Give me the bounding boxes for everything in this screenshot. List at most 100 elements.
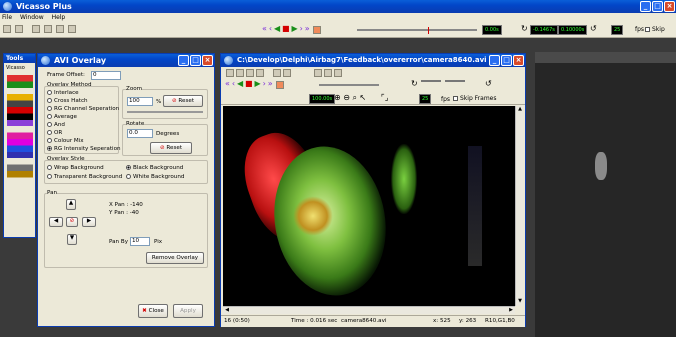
- grab-icon[interactable]: [226, 69, 234, 77]
- save-frame-icon[interactable]: [272, 69, 281, 77]
- menu-help[interactable]: Help: [52, 14, 66, 21]
- method-or[interactable]: OR: [47, 130, 62, 136]
- zoom-tools[interactable]: ⊕ ⊖ ⌕ ↖: [334, 93, 366, 103]
- close-dialog-button[interactable]: ✖ Close: [138, 304, 168, 318]
- scroll-up-icon[interactable]: ▲: [516, 106, 524, 114]
- method-interlace[interactable]: Interlace: [47, 90, 79, 96]
- refresh-icon[interactable]: ↺: [590, 24, 597, 33]
- method-and[interactable]: And: [47, 122, 65, 128]
- video-play-icon[interactable]: ▶: [255, 79, 261, 89]
- tools-name: Vicasso: [6, 65, 25, 71]
- position-slider[interactable]: [357, 27, 477, 34]
- background-window-title: [535, 52, 676, 63]
- grid-icon[interactable]: [333, 69, 342, 77]
- layout-icon[interactable]: [31, 25, 40, 33]
- crop-icon[interactable]: ⌜⌟: [381, 93, 389, 102]
- vertical-scrollbar[interactable]: ▲ ▼: [515, 106, 523, 306]
- scroll-right-icon[interactable]: ▶: [507, 307, 515, 315]
- pan-by-input[interactable]: 10: [130, 237, 150, 246]
- skip-checkbox[interactable]: Skip: [645, 26, 665, 33]
- fps-box[interactable]: 25: [611, 25, 624, 35]
- video-close-button[interactable]: ×: [513, 55, 524, 66]
- open-icon[interactable]: [3, 25, 11, 33]
- play-icon[interactable]: ▶: [292, 24, 298, 34]
- method-colour-mix[interactable]: Colour Mix: [47, 138, 84, 144]
- video-tool-icons: [225, 69, 343, 77]
- layout2-icon[interactable]: [43, 25, 52, 33]
- step-forward-icon[interactable]: ›: [300, 24, 303, 34]
- video-play-back-icon[interactable]: ◀: [237, 79, 243, 89]
- dialog-maximize-button[interactable]: □: [190, 55, 201, 66]
- print-icon[interactable]: [236, 69, 244, 77]
- video-position-slider[interactable]: [319, 84, 379, 86]
- film-icon[interactable]: [282, 69, 291, 77]
- video-refresh-icon[interactable]: ↺: [485, 79, 492, 88]
- minimize-button[interactable]: _: [640, 1, 651, 12]
- dialog-close-button[interactable]: ×: [202, 55, 213, 66]
- style-white[interactable]: White Background: [126, 174, 184, 180]
- fps-label: fps: [635, 26, 645, 33]
- menu-file[interactable]: File: [2, 14, 12, 21]
- tool-icons[interactable]: [7, 75, 33, 235]
- rotate-input[interactable]: 0.0: [127, 129, 153, 138]
- stop-icon[interactable]: ■: [282, 24, 290, 34]
- close-button[interactable]: ×: [664, 1, 675, 12]
- record-icon[interactable]: [312, 25, 321, 34]
- zoom-unit: %: [156, 99, 162, 105]
- method-rg-intensity[interactable]: RG Intensity Seperation: [47, 146, 121, 152]
- dialog-minimize-button[interactable]: _: [178, 55, 189, 66]
- layout4-icon[interactable]: [67, 25, 76, 33]
- pan-down-button[interactable]: ▼: [67, 234, 77, 245]
- fast-forward-icon[interactable]: »: [305, 24, 310, 34]
- video-loop-icon[interactable]: ↻: [411, 79, 418, 88]
- zoom-input[interactable]: 100: [127, 97, 153, 106]
- scroll-left-icon[interactable]: ◀: [223, 307, 231, 315]
- maximize-button[interactable]: □: [652, 1, 663, 12]
- playback-controls: « ‹ ◀ ■ ▶ › »: [262, 24, 322, 34]
- horizontal-scrollbar[interactable]: ◀ ▶: [223, 306, 515, 314]
- menu-window[interactable]: Window: [20, 14, 44, 21]
- zoom-reset-button[interactable]: ⊘ Reset: [163, 95, 203, 107]
- skip-frames-checkbox[interactable]: Skip Frames: [453, 95, 497, 102]
- method-rg-channel[interactable]: RG Channel Seperation: [47, 106, 119, 112]
- rewind-fast-icon[interactable]: «: [262, 24, 267, 34]
- zoom-slider[interactable]: [127, 111, 203, 113]
- copy-icon[interactable]: [246, 69, 254, 77]
- video-fps-label: fps: [441, 96, 451, 103]
- video-canvas[interactable]: [223, 106, 515, 306]
- play-back-icon[interactable]: ◀: [274, 24, 280, 34]
- video-fps-box[interactable]: 25: [419, 94, 432, 104]
- video-playback-controls: « ‹ ◀ ■ ▶ › »: [225, 79, 285, 89]
- degrees-label: Degrees: [156, 131, 180, 137]
- slider-thumb[interactable]: [428, 27, 429, 34]
- pan-left-button[interactable]: ◀: [49, 217, 63, 227]
- video-minimize-button[interactable]: _: [489, 55, 500, 66]
- remove-overlay-button[interactable]: Remove Overlay: [146, 252, 204, 264]
- loop-icon[interactable]: ↻: [521, 24, 528, 33]
- step-back-icon[interactable]: ‹: [269, 24, 272, 34]
- image-icon[interactable]: [323, 69, 332, 77]
- style-black[interactable]: Black Background: [126, 165, 183, 171]
- apply-button[interactable]: Apply: [173, 304, 203, 318]
- overlay-icon[interactable]: [313, 69, 322, 77]
- pan-reset-button[interactable]: ⊘: [66, 217, 78, 227]
- video-rewind-icon[interactable]: «: [225, 79, 230, 89]
- save-icon[interactable]: [14, 25, 23, 33]
- video-step-forward-icon[interactable]: ›: [263, 79, 266, 89]
- pan-right-button[interactable]: ▶: [82, 217, 96, 227]
- video-fast-forward-icon[interactable]: »: [268, 79, 273, 89]
- video-step-back-icon[interactable]: ‹: [232, 79, 235, 89]
- layout3-icon[interactable]: [55, 25, 64, 33]
- style-transparent[interactable]: Transparent Background: [47, 174, 122, 180]
- frame-offset-input[interactable]: 0: [91, 71, 121, 80]
- scroll-down-icon[interactable]: ▼: [516, 298, 524, 306]
- video-maximize-button[interactable]: □: [501, 55, 512, 66]
- method-cross-hatch[interactable]: Cross Hatch: [47, 98, 88, 104]
- style-wrap[interactable]: Wrap Background: [47, 165, 104, 171]
- camera-icon[interactable]: [256, 69, 264, 77]
- pan-up-button[interactable]: ▲: [66, 199, 76, 210]
- video-stop-icon[interactable]: ■: [245, 79, 253, 89]
- video-record-icon[interactable]: [275, 80, 284, 89]
- rotate-reset-button[interactable]: ⊘ Reset: [150, 142, 192, 154]
- method-average[interactable]: Average: [47, 114, 77, 120]
